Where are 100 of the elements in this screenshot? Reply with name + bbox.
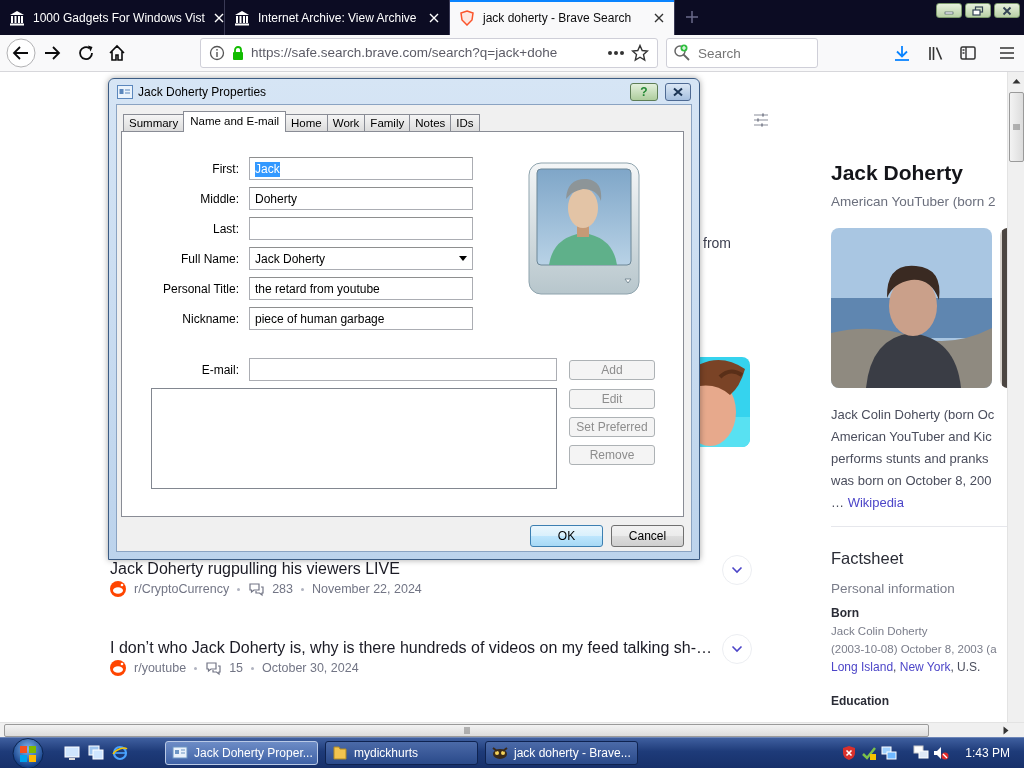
- comments-icon: [248, 581, 265, 597]
- comment-count: 283: [272, 580, 294, 598]
- post-date: November 22, 2024: [312, 580, 422, 598]
- url-text: https://safe.search.brave.com/search?q=jack+dohe: [251, 43, 559, 62]
- minimize-button[interactable]: [936, 3, 962, 18]
- close-icon: [1002, 5, 1012, 16]
- monitors-icon[interactable]: [913, 745, 930, 761]
- section-heading: Personal information: [831, 580, 956, 598]
- close-button[interactable]: [994, 3, 1020, 18]
- info-icon[interactable]: [209, 45, 225, 61]
- address-bar[interactable]: https://safe.search.brave.com/search?q=jack+dohe: [200, 38, 658, 68]
- sidebar-icon[interactable]: [959, 44, 977, 62]
- email-list[interactable]: [151, 388, 557, 489]
- separator-dot: [194, 666, 198, 670]
- taskbar-button[interactable]: Jack Doherty Proper...: [165, 741, 318, 765]
- new-tab-icon[interactable]: [685, 10, 699, 24]
- folder-icon: [332, 745, 348, 761]
- community-icon: [110, 581, 126, 597]
- forward-icon[interactable]: [43, 44, 61, 62]
- window-title: Jack Doherty Properties: [138, 83, 268, 101]
- close-icon[interactable]: [653, 11, 665, 24]
- filter-icon[interactable]: [753, 112, 769, 128]
- search-icon: [673, 44, 691, 62]
- community-icon: [110, 660, 126, 676]
- lock-icon: [231, 45, 245, 61]
- building-icon: [9, 9, 25, 26]
- scrollbar-thumb[interactable]: [1008, 92, 1024, 162]
- restore-button[interactable]: [965, 3, 991, 18]
- text-field[interactable]: [249, 217, 473, 240]
- volume-muted-icon[interactable]: [933, 745, 950, 761]
- bookmark-star-icon[interactable]: [631, 44, 649, 62]
- grip-icon: [463, 726, 470, 734]
- birthplace-text: Long Island, New York, U.S.: [831, 659, 982, 676]
- fact-value: Jack Colin Doherty: [831, 624, 929, 639]
- window-switch-icon[interactable]: [88, 745, 104, 761]
- email-field[interactable]: [249, 358, 557, 381]
- fact-label: Education: [831, 693, 890, 710]
- field-label: Nickname:: [181, 310, 240, 328]
- globe-icon[interactable]: [112, 745, 128, 761]
- expand-button[interactable]: [722, 634, 752, 664]
- menu-icon[interactable]: [998, 44, 1016, 62]
- avatar-icon[interactable]: [527, 161, 641, 298]
- field-label: Last:: [212, 220, 240, 238]
- comments-icon: [205, 660, 222, 676]
- description-text: American YouTuber and Kic: [831, 428, 993, 446]
- dialog-button[interactable]: Cancel: [611, 525, 684, 547]
- animal-face-icon: [492, 745, 508, 761]
- scroll-right-icon[interactable]: [1003, 725, 1009, 735]
- clock-time: 1:43 PM: [965, 745, 1010, 762]
- caret-icon: [459, 256, 467, 261]
- field-label: Personal Title:: [161, 280, 240, 298]
- comment-count: 15: [229, 659, 244, 677]
- tab[interactable]: Summary: [123, 114, 185, 131]
- close-icon[interactable]: [212, 11, 225, 24]
- close-icon: [672, 86, 684, 97]
- expand-button[interactable]: [722, 555, 752, 585]
- result-title-link[interactable]: I don’t who Jack Doherty is, why is there hundreds of videos on my feed talking sh-…: [110, 639, 722, 657]
- text-field[interactable]: piece of human garbage: [249, 307, 473, 330]
- more-icon[interactable]: [607, 50, 625, 56]
- chevron-icon: [731, 645, 743, 653]
- text-field[interactable]: the retard from youtube: [249, 277, 473, 300]
- close-button[interactable]: [665, 82, 691, 101]
- text-field[interactable]: Doherty: [249, 187, 473, 210]
- taskbar-button[interactable]: mydickhurts: [325, 741, 478, 765]
- grip-icon: [1012, 124, 1020, 130]
- ellipsis-text: …: [831, 495, 844, 510]
- separator-dot: [301, 587, 305, 591]
- library-icon[interactable]: [927, 44, 945, 62]
- result-title-link[interactable]: Jack Doherty rugpulling his viewers LIVE: [110, 560, 722, 578]
- scroll-up-icon[interactable]: [1011, 78, 1021, 84]
- infobox-title: Jack Doherty: [831, 160, 964, 186]
- field-label: E-mail:: [200, 361, 240, 379]
- update-icon[interactable]: [861, 745, 878, 761]
- contact-card-icon: [117, 84, 133, 99]
- tab[interactable]: IDs: [450, 114, 480, 131]
- tab[interactable]: Family: [364, 114, 411, 131]
- shield-alert-icon[interactable]: [841, 745, 858, 761]
- tab[interactable]: Notes: [409, 114, 452, 131]
- dialog-button[interactable]: OK: [530, 525, 603, 547]
- tab[interactable]: Name and E-mail: [183, 111, 287, 132]
- search-field[interactable]: Search: [666, 38, 818, 68]
- help-button[interactable]: ?: [630, 82, 658, 101]
- separator-dot: [237, 587, 241, 591]
- browser-tab[interactable]: jack doherty - Brave Search: [450, 0, 675, 35]
- desktop-icon[interactable]: [64, 745, 80, 761]
- combo-box[interactable]: Jack Doherty: [249, 247, 473, 270]
- home-icon[interactable]: [108, 44, 126, 62]
- back-icon[interactable]: [6, 38, 36, 68]
- snippet-text: from: [702, 235, 732, 251]
- taskbar-button[interactable]: jack doherty - Brave...: [485, 741, 638, 765]
- source-link[interactable]: Wikipedia: [847, 495, 904, 510]
- building-icon: [234, 9, 250, 26]
- fact-label: Born: [831, 605, 860, 622]
- reload-icon[interactable]: [77, 44, 95, 62]
- network-icon[interactable]: [881, 745, 898, 761]
- field-label: Full Name:: [180, 250, 240, 268]
- download-icon[interactable]: [893, 44, 911, 62]
- chevron-icon: [731, 566, 743, 574]
- tab[interactable]: Home: [285, 114, 328, 131]
- infobox-subtitle: American YouTuber (born 2: [831, 193, 997, 211]
